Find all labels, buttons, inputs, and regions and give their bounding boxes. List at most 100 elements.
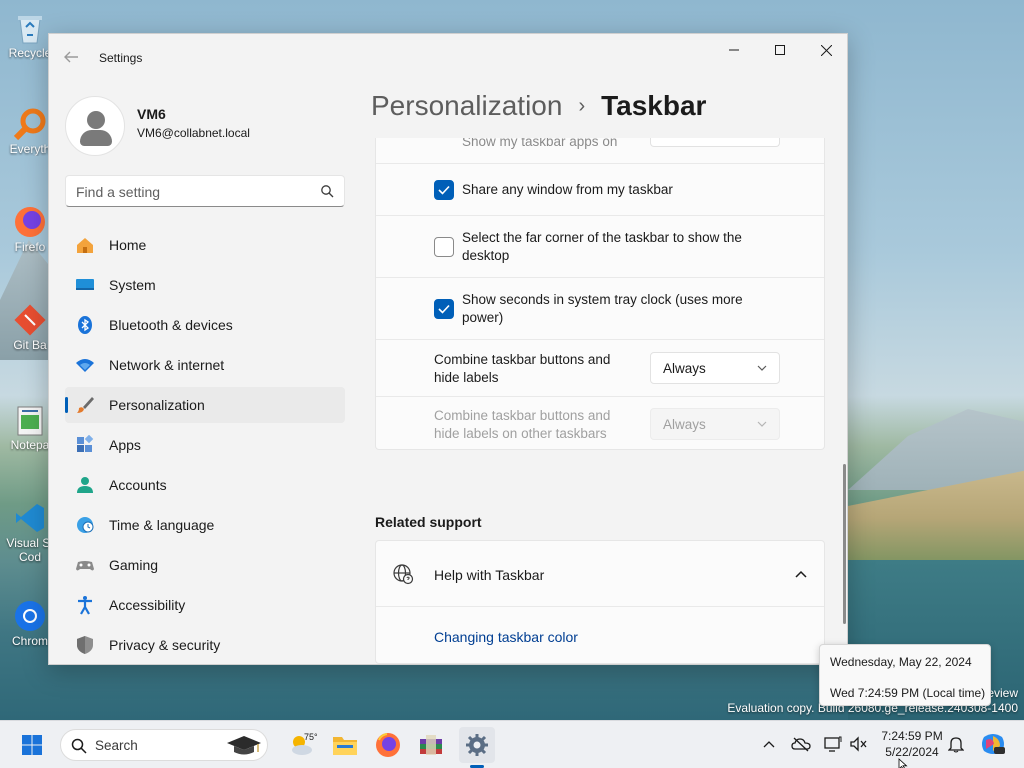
volume-tray-button[interactable] [847,733,869,755]
show-hidden-icons-button[interactable] [758,733,780,755]
clock-tooltip: Wednesday, May 22, 2024 Wed 7:24:59 PM (… [819,644,991,706]
back-button[interactable] [63,50,83,66]
dropdown-value: Always [663,417,706,432]
settings-window: Settings VM6 VM6@collabnet.local Home [48,33,848,665]
sidebar-item-label: Home [109,237,147,253]
combine-buttons-dropdown[interactable]: Always [650,352,780,384]
help-card: Help with Taskbar Changing taskbar color [375,540,825,664]
taskbar: Search 75° 7:24:59 PM 5/22/2024 [0,720,1024,768]
search-icon [321,185,334,198]
help-label: Help with Taskbar [434,567,545,583]
dropdown-value: Always [663,361,706,376]
related-support-heading: Related support [375,514,482,530]
chevron-down-icon [757,365,767,371]
title-bar[interactable]: Settings [49,34,847,82]
folder-icon [333,737,357,755]
sidebar-item-label: Bluetooth & devices [109,317,233,333]
chevron-down-icon [757,421,767,427]
search-input[interactable] [76,182,306,202]
recycle-bin-icon [12,10,48,46]
user-profile[interactable]: VM6 VM6@collabnet.local [65,96,345,166]
close-button[interactable] [803,34,847,66]
setting-row-combine-buttons: Combine taskbar buttons and hide labels … [376,339,824,396]
sidebar-item-label: Gaming [109,557,159,573]
share-window-checkbox[interactable] [434,180,454,200]
sidebar-item-time-language[interactable]: Time & language [65,507,345,543]
start-button[interactable] [14,727,50,763]
shield-icon [75,635,95,655]
sidebar-item-accessibility[interactable]: Accessibility [65,587,345,623]
chevron-up-icon [763,741,775,748]
settings-content[interactable]: Show my taskbar apps on Share any window… [375,138,825,664]
maximize-icon [775,45,785,55]
show-seconds-label: Show seconds in system tray clock (uses … [462,292,743,325]
changing-taskbar-color-link[interactable]: Changing taskbar color [434,629,578,645]
speaker-muted-icon [850,736,867,752]
setting-row-far-corner[interactable]: Select the far corner of the taskbar to … [376,215,824,277]
controller-icon [75,555,95,575]
bluetooth-icon [75,315,95,335]
weather-widget[interactable]: 75° [284,727,320,763]
sidebar-item-bluetooth[interactable]: Bluetooth & devices [65,307,345,343]
weather-temp: 75° [304,732,317,742]
network-tray-button[interactable] [822,733,844,755]
minimize-button[interactable] [711,34,757,66]
setting-row-combine-other: Combine taskbar buttons and hide labels … [376,396,824,451]
bell-icon [948,737,964,753]
maximize-button[interactable] [757,34,803,66]
sidebar-item-label: Accounts [109,477,167,493]
setting-row-share-window[interactable]: Share any window from my taskbar [376,163,824,215]
firefox-icon [376,733,400,757]
watermark-line1: eview [987,686,1018,700]
copilot-button[interactable] [980,731,1006,757]
notepad-icon [12,402,48,438]
help-expander[interactable]: Help with Taskbar [376,541,824,607]
sidebar-item-gaming[interactable]: Gaming [65,547,345,583]
setting-row-show-seconds[interactable]: Show seconds in system tray clock (uses … [376,277,824,339]
sidebar-item-label: Privacy & security [109,637,221,653]
app-title: Settings [99,51,143,65]
sidebar-item-privacy[interactable]: Privacy & security [65,627,345,663]
git-bash-icon [12,302,48,338]
combine-buttons-label: Combine taskbar buttons and hide labels [434,352,611,385]
partial-dropdown[interactable] [650,138,780,147]
sidebar-item-system[interactable]: System [65,267,345,303]
onedrive-tray-button[interactable] [790,733,812,755]
chevron-up-icon [795,570,807,578]
winrar-taskbar-button[interactable] [413,727,449,763]
sidebar-item-home[interactable]: Home [65,227,345,263]
sidebar-item-label: Accessibility [109,597,186,613]
notifications-button[interactable] [945,733,967,755]
far-corner-checkbox[interactable] [434,237,454,257]
brush-icon [75,395,95,415]
firefox-icon [12,204,48,240]
page-title: Taskbar [601,90,707,121]
settings-taskbar-button[interactable] [459,727,495,763]
checkmark-icon [438,304,450,314]
sidebar-item-accounts[interactable]: Accounts [65,467,345,503]
chrome-icon [12,598,48,634]
show-seconds-checkbox[interactable] [434,299,454,319]
taskbar-search-label: Search [95,738,138,753]
file-explorer-button[interactable] [327,727,363,763]
taskbar-search[interactable]: Search [60,729,268,761]
globe-clock-icon [75,515,95,535]
taskbar-clock[interactable]: 7:24:59 PM 5/22/2024 [878,728,946,760]
breadcrumb-parent[interactable]: Personalization [371,90,562,122]
minimize-icon [729,49,739,51]
sidebar-item-network[interactable]: Network & internet [65,347,345,383]
sidebar-item-personalization[interactable]: Personalization [65,387,345,423]
user-name: VM6 [137,106,166,122]
accessibility-icon [75,595,95,615]
combine-other-dropdown: Always [650,408,780,440]
sidebar-item-apps[interactable]: Apps [65,427,345,463]
search-box[interactable] [65,175,345,207]
apps-icon [75,435,95,455]
content-scrollbar[interactable] [843,464,846,624]
home-icon [75,235,95,255]
sidebar-item-label: Personalization [109,397,205,413]
monitor-network-icon [824,736,842,752]
tooltip-date: Wednesday, May 22, 2024 [830,655,972,669]
copilot-icon [982,734,1005,754]
firefox-taskbar-button[interactable] [370,727,406,763]
